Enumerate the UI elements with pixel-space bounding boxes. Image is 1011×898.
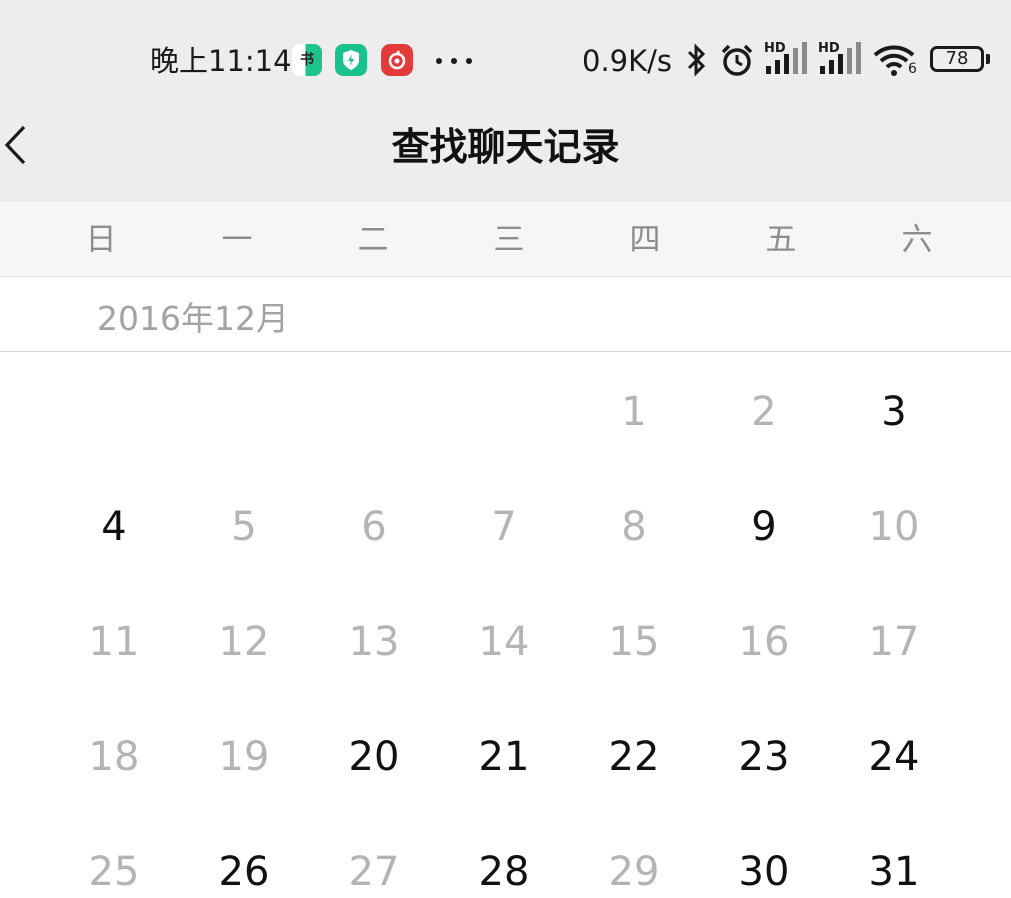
battery-nub (986, 54, 990, 64)
calendar-day[interactable]: 20 (319, 731, 429, 783)
calendar-day[interactable]: 3 (839, 386, 949, 438)
month-divider (0, 351, 1011, 352)
weekday-label: 五 (765, 222, 797, 258)
calendar-day: 10 (868, 504, 920, 550)
calendar-day: 6 (361, 504, 387, 550)
calendar-day[interactable]: 21 (449, 731, 559, 783)
calendar-day: 12 (218, 619, 270, 665)
netease-music-icon (381, 44, 413, 76)
calendar-day: 15 (608, 619, 660, 665)
calendar-day[interactable]: 28 (449, 846, 559, 898)
calendar-day: 5 (231, 504, 257, 550)
calendar-day[interactable]: 4 (59, 501, 169, 553)
calendar-day[interactable]: 23 (709, 731, 819, 783)
bluetooth-icon (687, 43, 706, 77)
calendar-day: 7 (491, 504, 517, 550)
weekday-label: 一 (221, 222, 253, 258)
calendar-day: 17 (868, 619, 920, 665)
calendar-day[interactable]: 22 (579, 731, 689, 783)
status-time: 晚上11:14 (150, 44, 292, 78)
calendar-day: 2 (751, 389, 777, 435)
calendar-day: 19 (218, 734, 270, 780)
wifi-icon: 6 (872, 42, 920, 78)
shield-app-icon (335, 44, 367, 76)
wifi-slot-label: 6 (908, 61, 917, 77)
calendar-day: 27 (348, 849, 400, 895)
calendar-day: 8 (621, 504, 647, 550)
page-title: 查找聊天记录 (391, 125, 620, 169)
calendar-day: 14 (478, 619, 530, 665)
signal-icon-1: HD (764, 42, 810, 76)
battery-level: 78 (945, 48, 969, 69)
weekday-label: 六 (901, 222, 933, 258)
calendar-day[interactable]: 9 (709, 501, 819, 553)
calendar-day[interactable]: 24 (839, 731, 949, 783)
calendar-day: 29 (608, 849, 660, 895)
calendar-day[interactable]: 30 (709, 846, 819, 898)
weekday-label: 二 (357, 222, 389, 258)
calendar-day[interactable]: 26 (189, 846, 299, 898)
network-speed: 0.9K/s (582, 44, 673, 78)
month-label: 2016年12月 (97, 299, 289, 338)
novel-app-icon: 书 (292, 44, 322, 76)
calendar-day: 18 (88, 734, 140, 780)
signal-icon-2: HD (818, 42, 864, 76)
calendar-day: 25 (88, 849, 140, 895)
calendar-day[interactable]: 31 (839, 846, 949, 898)
battery-icon: 78 (930, 46, 984, 72)
calendar-day: 1 (621, 389, 647, 435)
calendar-day: 13 (348, 619, 400, 665)
alarm-icon (721, 44, 753, 76)
weekday-label: 四 (629, 222, 661, 258)
calendar-day: 16 (738, 619, 790, 665)
weekday-label: 三 (493, 222, 525, 258)
calendar-day: 11 (88, 619, 140, 665)
weekday-label: 日 (85, 222, 117, 258)
